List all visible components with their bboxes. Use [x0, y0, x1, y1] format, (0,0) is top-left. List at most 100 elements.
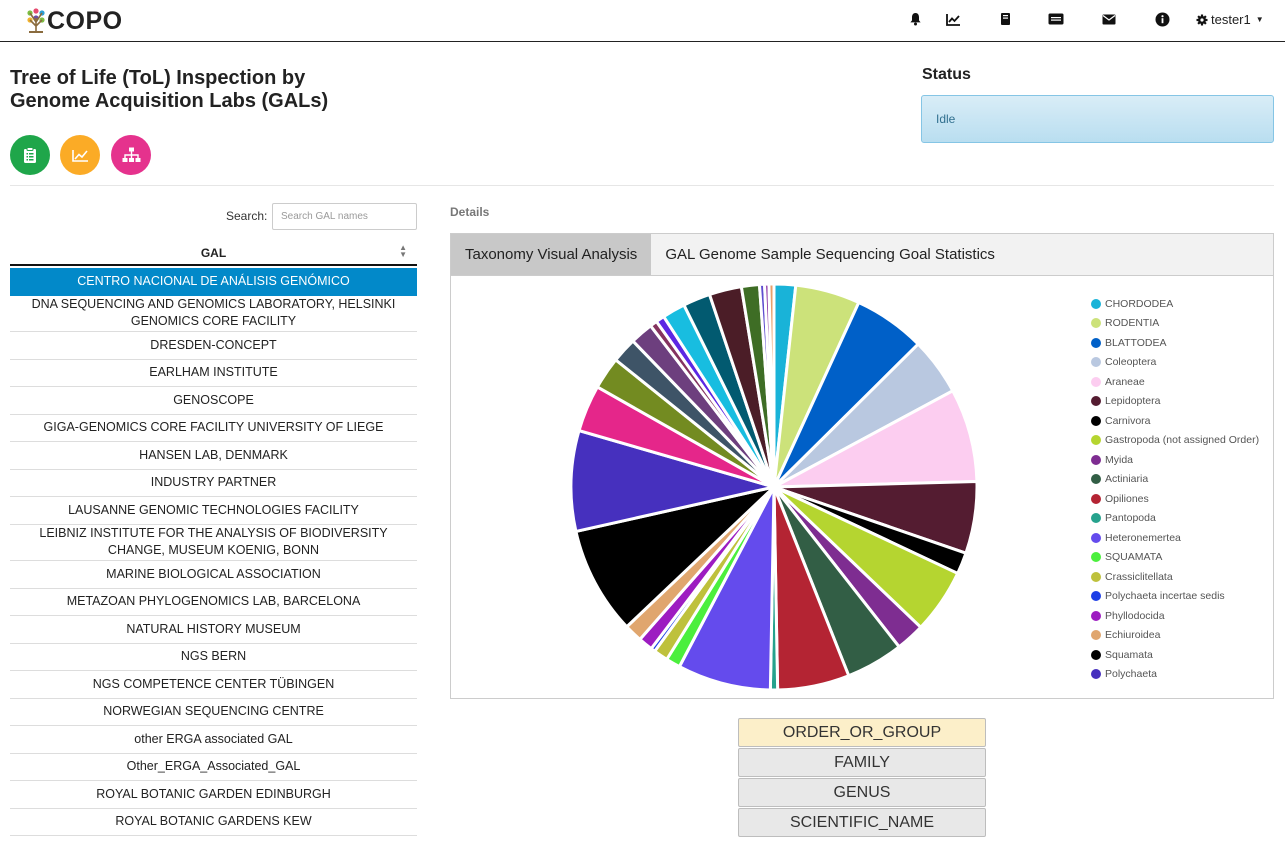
gal-column-label: GAL	[200, 246, 227, 260]
legend-label: Crassiclitellata	[1105, 570, 1173, 583]
clipboard-icon	[24, 146, 36, 163]
gal-row[interactable]: GENOSCOPE	[10, 387, 417, 415]
legend-item[interactable]: SQUAMATA	[1091, 548, 1259, 568]
clipboard-button[interactable]	[10, 135, 50, 175]
tab-gal-sequencing-goal-statistics[interactable]: GAL Genome Sample Sequencing Goal Statis…	[651, 234, 1009, 275]
legend-item[interactable]: Crassiclitellata	[1091, 567, 1259, 587]
chart-line-icon[interactable]	[944, 10, 962, 28]
gal-row[interactable]: NATURAL HISTORY MUSEUM	[10, 616, 417, 644]
legend-swatch	[1091, 552, 1101, 563]
gal-row[interactable]: MARINE BIOLOGICAL ASSOCIATION	[10, 561, 417, 589]
details-tabs: Taxonomy Visual Analysis GAL Genome Samp…	[450, 233, 1274, 276]
legend-item[interactable]: Squamata	[1091, 645, 1259, 665]
legend-item[interactable]: Araneae	[1091, 372, 1259, 392]
legend-label: Actiniaria	[1105, 473, 1149, 486]
sitemap-icon	[122, 147, 140, 162]
rank-genus-button[interactable]: GENUS	[738, 778, 986, 807]
status-value: Idle	[936, 112, 956, 126]
search-label: Search:	[226, 209, 268, 223]
username: tester1	[1211, 12, 1251, 27]
legend-label: Lepidoptera	[1105, 395, 1161, 408]
legend-swatch	[1091, 571, 1101, 582]
gal-row[interactable]: NGS COMPETENCE CENTER TÜBINGEN	[10, 671, 417, 699]
copo-logo[interactable]: COPO	[26, 6, 123, 36]
chevron-down-icon: ▼	[1255, 15, 1264, 24]
legend-swatch	[1091, 513, 1101, 524]
legend-swatch	[1091, 376, 1101, 387]
legend-swatch	[1091, 591, 1101, 602]
chart-legend: CHORDODEA RODENTIA BLATTODEA Coleoptera Aran…	[1091, 294, 1259, 684]
details-label: Details	[450, 205, 490, 219]
rank-order-or-group-button[interactable]: ORDER_OR_GROUP	[738, 718, 986, 747]
sitemap-button[interactable]	[111, 135, 151, 175]
chart-area-icon	[71, 149, 88, 162]
legend-item[interactable]: Gastropoda (not assigned Order)	[1091, 431, 1259, 451]
rank-scientific-name-button[interactable]: SCIENTIFIC_NAME	[738, 808, 986, 837]
user-menu[interactable]: tester1 ▼	[1196, 12, 1264, 27]
legend-swatch	[1091, 630, 1101, 641]
legend-item[interactable]: RODENTIA	[1091, 314, 1259, 334]
gal-row[interactable]: Other_ERGA_Associated_GAL	[10, 754, 417, 781]
top-navbar: COPO tester1 ▼	[0, 0, 1285, 42]
gal-row[interactable]: NGS BERN	[10, 644, 417, 671]
legend-item[interactable]: CHORDODEA	[1091, 294, 1259, 314]
gal-row[interactable]: NORWEGIAN SEQUENCING CENTRE	[10, 699, 417, 726]
search-input[interactable]	[272, 203, 417, 230]
legend-swatch	[1091, 396, 1101, 407]
legend-label: Echiuroidea	[1105, 629, 1161, 642]
bell-icon[interactable]	[906, 10, 924, 28]
info-circle-icon[interactable]	[1153, 10, 1171, 28]
legend-label: Araneae	[1105, 375, 1145, 388]
legend-swatch	[1091, 435, 1101, 446]
gal-row[interactable]: INDUSTRY PARTNER	[10, 470, 417, 497]
status-box: Idle	[921, 95, 1274, 143]
legend-item[interactable]: Coleoptera	[1091, 353, 1259, 373]
sort-icon: ▲ ▼	[399, 243, 407, 259]
gal-row[interactable]: EARLHAM INSTITUTE	[10, 360, 417, 387]
tab-taxonomy-visual-analysis[interactable]: Taxonomy Visual Analysis	[451, 234, 652, 275]
rank-family-button[interactable]: FAMILY	[738, 748, 986, 777]
legend-item[interactable]: Opiliones	[1091, 489, 1259, 509]
legend-label: Coleoptera	[1105, 356, 1157, 369]
id-card-icon[interactable]	[1047, 10, 1065, 28]
gal-row[interactable]: DNA SEQUENCING AND GENOMICS LABORATORY, …	[10, 296, 417, 332]
legend-label: CHORDODEA	[1105, 297, 1174, 310]
legend-item[interactable]: Polychaeta	[1091, 665, 1259, 685]
gal-row[interactable]: CENTRO NACIONAL DE ANÁLISIS GENÓMICO	[10, 268, 417, 296]
envelope-icon[interactable]	[1100, 10, 1118, 28]
gal-row[interactable]: LEIBNIZ INSTITUTE FOR THE ANALYSIS OF BI…	[10, 525, 417, 561]
gal-row[interactable]: ROYAL BOTANIC GARDENS KEW	[10, 809, 417, 836]
gal-row[interactable]: HANSEN LAB, DENMARK	[10, 442, 417, 470]
gal-row[interactable]: GIGA-GENOMICS CORE FACILITY UNIVERSITY O…	[10, 415, 417, 442]
legend-label: Myida	[1105, 453, 1134, 466]
pie-chart	[569, 282, 979, 692]
page-title: Tree of Life (ToL) Inspection by Genome …	[10, 67, 329, 112]
legend-item[interactable]: Carnivora	[1091, 411, 1259, 431]
legend-item[interactable]: Phyllodocida	[1091, 606, 1259, 626]
legend-item[interactable]: Actiniaria	[1091, 470, 1259, 490]
gal-column-header[interactable]: GAL ▲ ▼	[10, 240, 417, 266]
legend-label: Phyllodocida	[1105, 609, 1165, 622]
gal-row[interactable]: LAUSANNE GENOMIC TECHNOLOGIES FACILITY	[10, 497, 417, 525]
legend-item[interactable]: Pantopoda	[1091, 509, 1259, 529]
gear-icon	[1196, 14, 1208, 25]
gal-row[interactable]: DRESDEN-CONCEPT	[10, 332, 417, 360]
legend-swatch	[1091, 298, 1101, 309]
legend-item[interactable]: Echiuroidea	[1091, 626, 1259, 646]
gal-row[interactable]: ROYAL BOTANIC GARDEN EDINBURGH	[10, 781, 417, 809]
gal-row[interactable]: METAZOAN PHYLOGENOMICS LAB, BARCELONA	[10, 589, 417, 616]
legend-label: Polychaeta incertae sedis	[1105, 590, 1225, 603]
legend-item[interactable]: Myida	[1091, 450, 1259, 470]
legend-label: Opiliones	[1105, 492, 1149, 505]
legend-item[interactable]: Heteronemertea	[1091, 528, 1259, 548]
legend-item[interactable]: BLATTODEA	[1091, 333, 1259, 353]
legend-item[interactable]: Polychaeta incertae sedis	[1091, 587, 1259, 607]
book-icon[interactable]	[996, 10, 1014, 28]
legend-item[interactable]: Lepidoptera	[1091, 392, 1259, 412]
legend-label: Gastropoda (not assigned Order)	[1105, 434, 1260, 447]
legend-label: BLATTODEA	[1105, 336, 1167, 349]
logo-text: COPO	[47, 6, 123, 35]
legend-label: Carnivora	[1105, 414, 1151, 427]
gal-row[interactable]: other ERGA associated GAL	[10, 726, 417, 754]
chart-button[interactable]	[60, 135, 100, 175]
